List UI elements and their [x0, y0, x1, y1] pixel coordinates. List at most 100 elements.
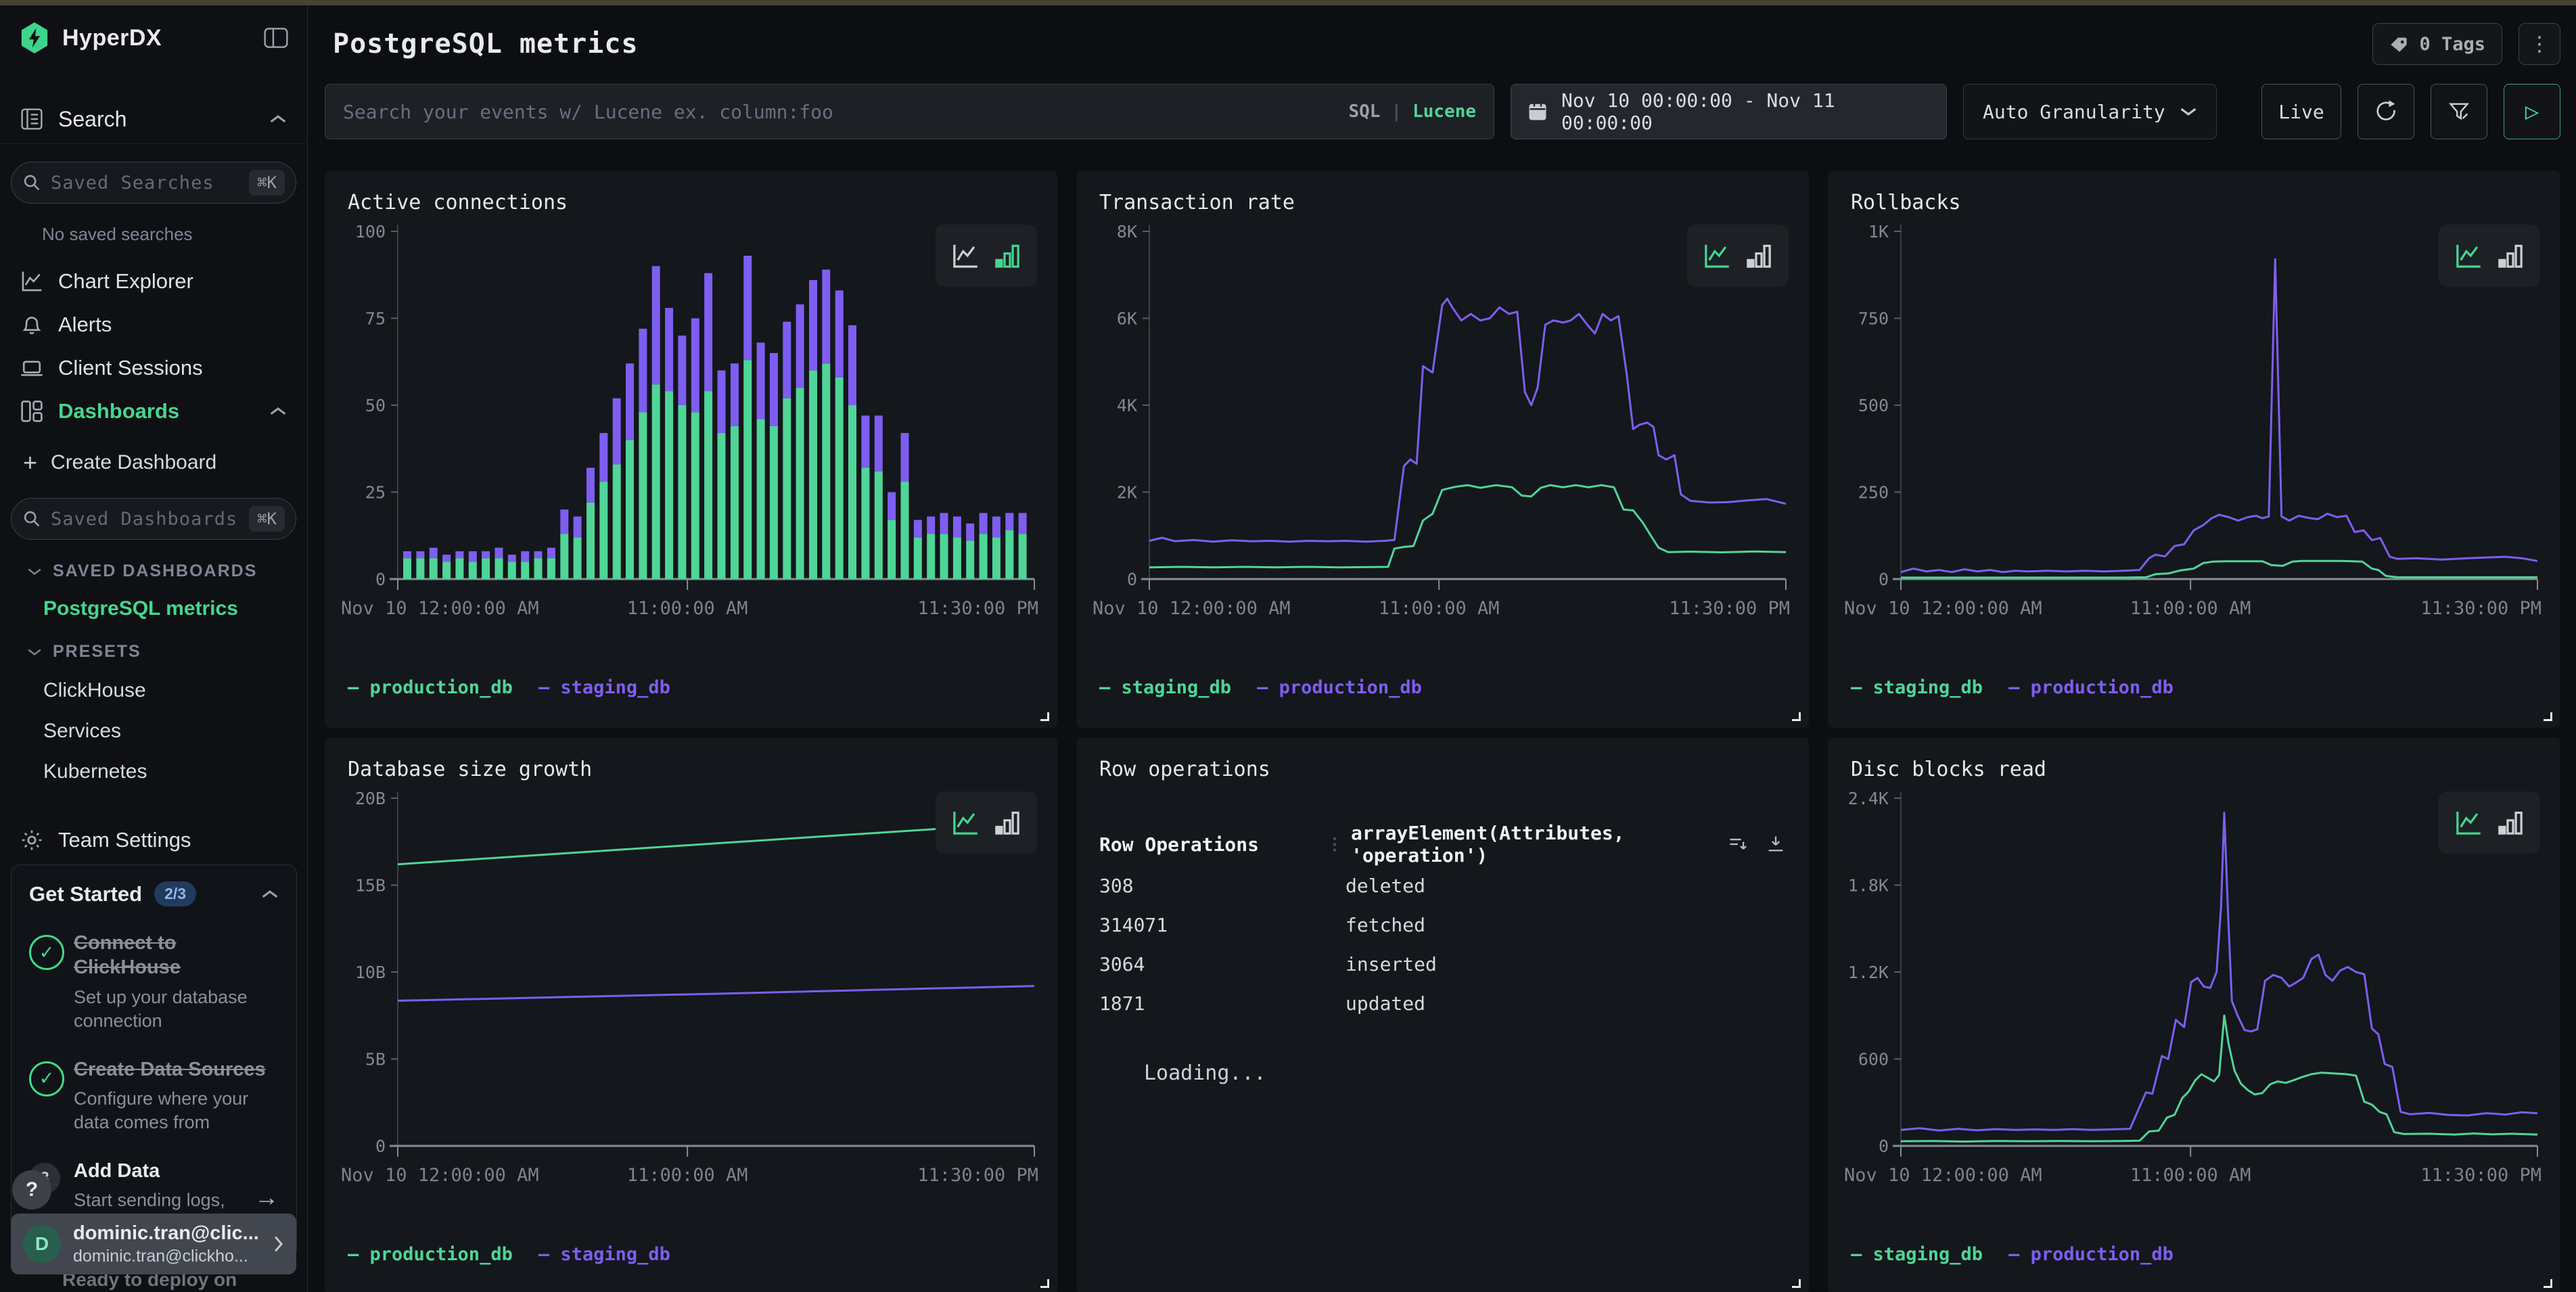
chart-type-toggle[interactable] — [2439, 225, 2540, 287]
sort-icon[interactable] — [1728, 834, 1748, 854]
chevron-up-icon[interactable] — [269, 406, 287, 417]
saved-searches-input[interactable]: Saved Searches ⌘K — [11, 162, 296, 204]
run-query-button[interactable]: ▷ — [2504, 84, 2560, 139]
search-input[interactable] — [343, 101, 1348, 123]
sidebar-section-search[interactable]: Search — [0, 95, 307, 143]
sidebar-item-kubernetes[interactable]: Kubernetes — [43, 760, 307, 783]
saved-dashboards-header[interactable]: SAVED DASHBOARDS — [27, 561, 307, 581]
tag-icon — [2389, 34, 2408, 53]
legend-item-production_db[interactable]: — production_db — [1257, 677, 1422, 698]
resize-handle[interactable] — [2544, 712, 2552, 721]
line-chart-icon[interactable] — [951, 808, 980, 837]
live-button[interactable]: Live — [2261, 84, 2341, 139]
resize-handle[interactable] — [1040, 1279, 1049, 1288]
chart-type-toggle[interactable] — [2439, 791, 2540, 854]
tags-button[interactable]: 0 Tags — [2372, 23, 2502, 65]
legend-item-production_db[interactable]: — production_db — [348, 677, 513, 698]
bar-chart-icon[interactable] — [993, 808, 1021, 837]
resize-handle[interactable] — [1040, 712, 1049, 721]
bar-chart-icon[interactable] — [1745, 241, 1773, 270]
chart-type-toggle[interactable] — [936, 791, 1037, 854]
panel-title: Database size growth — [325, 737, 1057, 781]
sidebar-item-postgresql-metrics[interactable]: PostgreSQL metrics — [43, 597, 307, 620]
table-row[interactable]: 3064 inserted — [1099, 945, 1786, 984]
svg-text:100: 100 — [355, 222, 386, 241]
lucene-toggle[interactable]: Lucene — [1412, 101, 1476, 122]
svg-text:0: 0 — [375, 1136, 386, 1156]
saved-dashboards-input[interactable]: Saved Dashboards ⌘K — [11, 498, 296, 540]
chevron-up-icon[interactable] — [261, 889, 279, 900]
sql-toggle[interactable]: SQL — [1348, 101, 1380, 122]
user-menu[interactable]: D dominic.tran@clic... dominic.tran@clic… — [11, 1214, 296, 1274]
chart-legend: — staging_db — production_db — [1851, 677, 2174, 698]
chart-legend: — staging_db — production_db — [1851, 1244, 2174, 1265]
legend-item-staging_db[interactable]: — staging_db — [538, 677, 670, 698]
svg-text:0: 0 — [375, 570, 386, 589]
legend-item-production_db[interactable]: — production_db — [2008, 1244, 2174, 1265]
loading-status: Loading... — [1144, 1061, 1786, 1085]
line-chart-icon[interactable] — [951, 241, 980, 270]
svg-text:10B: 10B — [355, 963, 386, 982]
resize-handle[interactable] — [2544, 1279, 2552, 1288]
sidebar-item-clickhouse[interactable]: ClickHouse — [43, 679, 307, 702]
filter-button[interactable] — [2431, 84, 2487, 139]
sidebar-item-chart-explorer[interactable]: Chart Explorer — [0, 260, 307, 303]
legend-item-staging_db[interactable]: — staging_db — [1851, 677, 1983, 698]
svg-text:600: 600 — [1858, 1050, 1889, 1069]
time-range-value: Nov 10 00:00:00 - Nov 11 00:00:00 — [1561, 89, 1930, 134]
plus-icon: + — [23, 448, 37, 477]
bar-chart-icon[interactable] — [2496, 808, 2525, 837]
step-subtitle: Set up your database connection — [74, 986, 279, 1033]
chart-type-toggle[interactable] — [936, 225, 1037, 287]
table-row[interactable]: 308 deleted — [1099, 867, 1786, 906]
line-chart-icon[interactable] — [1703, 241, 1731, 270]
legend-item-production_db[interactable]: — production_db — [2008, 677, 2174, 698]
chevron-down-icon — [27, 647, 42, 657]
sidebar-item-services[interactable]: Services — [43, 720, 307, 743]
bar-chart-icon[interactable] — [2496, 241, 2525, 270]
sidebar-item-dashboards[interactable]: Dashboards — [0, 390, 307, 433]
search-icon — [22, 509, 41, 528]
brand-row: HyperDX — [0, 0, 307, 76]
svg-text:5B: 5B — [365, 1050, 386, 1069]
legend-item-staging_db[interactable]: — staging_db — [1851, 1244, 1983, 1265]
table-row[interactable]: 1871 updated — [1099, 984, 1786, 1023]
get-started-step-connect[interactable]: ✓ Connect to ClickHouse Set up your data… — [29, 931, 279, 1033]
line-chart-icon[interactable] — [2454, 241, 2483, 270]
sidebar-item-alerts[interactable]: Alerts — [0, 303, 307, 346]
get-started-step-sources[interactable]: ✓ Create Data Sources Configure where yo… — [29, 1057, 279, 1134]
resize-handle[interactable] — [1792, 712, 1801, 721]
panel-row-operations: Row operations Row Operations ⋮ arrayEle… — [1076, 737, 1809, 1292]
legend-item-staging_db[interactable]: — staging_db — [1099, 677, 1231, 698]
panel-disc-blocks-read: Disc blocks read 06001.2K1.8K2.4KNov 10 … — [1828, 737, 2560, 1292]
panel-menu-button[interactable]: ⋮ — [2518, 23, 2560, 65]
resize-handle[interactable] — [1792, 1279, 1801, 1288]
create-dashboard-button[interactable]: + Create Dashboard — [23, 445, 307, 480]
svg-text:Nov 10 12:00:00 AM: Nov 10 12:00:00 AM — [1844, 1165, 2042, 1186]
sidebar-item-client-sessions[interactable]: Client Sessions — [0, 346, 307, 390]
granularity-select[interactable]: Auto Granularity — [1963, 84, 2217, 139]
sidebar-item-team-settings[interactable]: Team Settings — [0, 828, 307, 852]
time-range-picker[interactable]: Nov 10 00:00:00 - Nov 11 00:00:00 — [1511, 84, 1947, 139]
table-header-operation-expr[interactable]: arrayElement(Attributes, 'operation') — [1351, 822, 1728, 867]
check-circle-icon: ✓ — [29, 1061, 64, 1097]
legend-item-staging_db[interactable]: — staging_db — [538, 1244, 670, 1265]
svg-text:11:00:00 AM: 11:00:00 AM — [2130, 598, 2251, 619]
shortcut-badge: ⌘K — [249, 170, 285, 195]
help-button[interactable]: ? — [12, 1170, 51, 1209]
bar-chart-icon[interactable] — [993, 241, 1021, 270]
svg-text:11:30:00 PM: 11:30:00 PM — [2420, 598, 2542, 619]
table-header-row-operations[interactable]: Row Operations — [1099, 833, 1327, 856]
download-icon[interactable] — [1766, 834, 1786, 854]
bell-icon — [20, 313, 58, 336]
sidebar-collapse-icon[interactable] — [264, 28, 288, 48]
chevron-up-icon[interactable] — [269, 114, 287, 124]
chart-type-toggle[interactable] — [1687, 225, 1789, 287]
presets-header[interactable]: PRESETS — [27, 642, 307, 662]
column-resize-handle[interactable]: ⋮ — [1327, 835, 1341, 854]
refresh-button[interactable] — [2358, 84, 2414, 139]
table-row[interactable]: 314071 fetched — [1099, 906, 1786, 945]
line-chart-icon[interactable] — [2454, 808, 2483, 837]
event-search-box[interactable]: SQL | Lucene — [325, 84, 1494, 139]
legend-item-production_db[interactable]: — production_db — [348, 1244, 513, 1265]
